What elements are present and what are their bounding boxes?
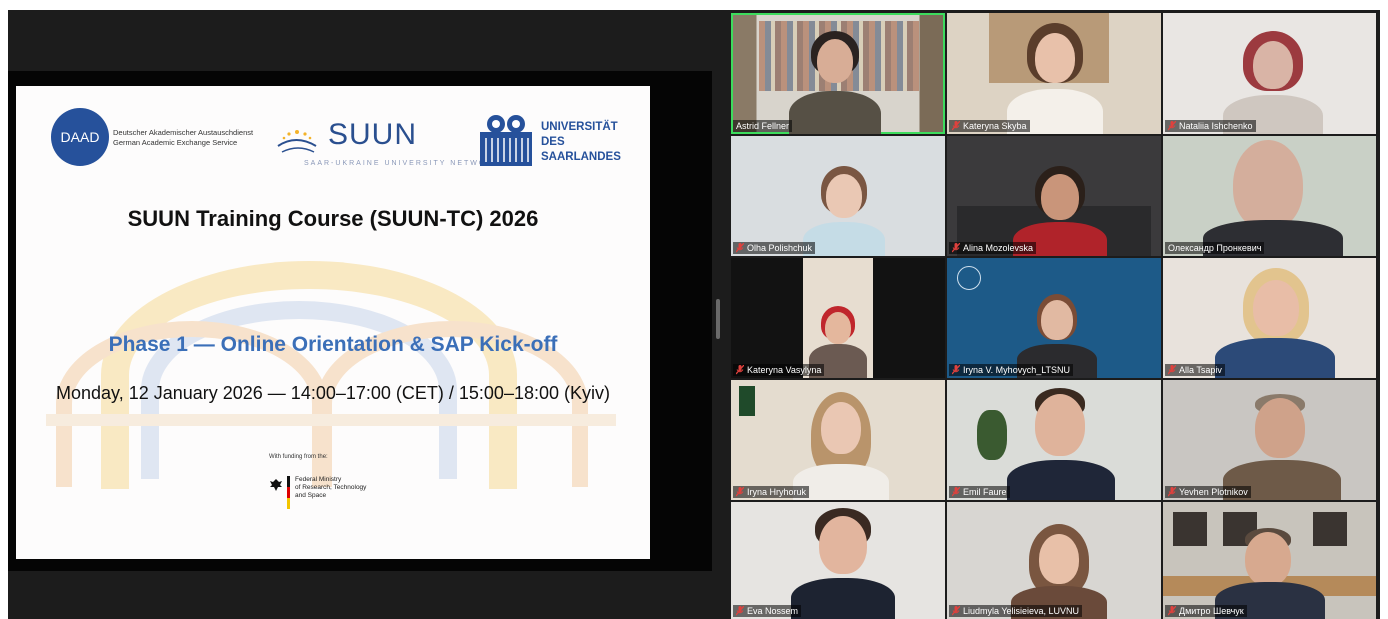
- participant-name-text: Дмитро Шевчук: [1179, 606, 1244, 616]
- ministry-line: of Research, Technology: [295, 484, 367, 491]
- participant-name: Eva Nossem: [733, 605, 802, 617]
- participant-name: Олександр Пронкевич: [1165, 242, 1265, 254]
- uds-name: UNIVERSITÄT DES SAARLANDES: [541, 120, 621, 165]
- participant-name-text: Kateryna Vasylyna: [747, 365, 822, 375]
- participant-name: Yevhen Plotnikov: [1165, 486, 1251, 498]
- eagle-icon: [270, 479, 282, 491]
- daad-name: Deutscher Akademischer Austauschdienst G…: [113, 128, 253, 148]
- ministry-logo: Federal Ministry of Research, Technology…: [269, 474, 399, 514]
- video-tile[interactable]: Олександр Пронкевич: [1163, 136, 1376, 256]
- mic-muted-icon: [1168, 365, 1176, 375]
- video-tile[interactable]: Nataliia Ishchenko: [1163, 13, 1376, 134]
- slide-subtitle: Phase 1 — Online Orientation & SAP Kick-…: [108, 333, 558, 356]
- uds-logo: UNIVERSITÄT DES SAARLANDES: [476, 108, 646, 172]
- participant-name: Alina Mozolevska: [949, 242, 1037, 254]
- participant-name: Nataliia Ishchenko: [1165, 120, 1256, 132]
- participant-name-text: Alla Tsapiv: [1179, 365, 1222, 375]
- bridge-graphic: [46, 414, 616, 426]
- video-tile[interactable]: Yevhen Plotnikov: [1163, 380, 1376, 500]
- presentation-slide: DAAD Deutscher Akademischer Austauschdie…: [16, 86, 650, 559]
- video-tile[interactable]: Liudmyla Yelisieieva, LUVNU: [947, 502, 1161, 619]
- video-tile[interactable]: Alla Tsapiv: [1163, 258, 1376, 378]
- participant-name: Liudmyla Yelisieieva, LUVNU: [949, 605, 1083, 617]
- video-tile[interactable]: Kateryna Vasylyna: [731, 258, 945, 378]
- suun-wordmark: SUUN: [328, 118, 418, 151]
- video-tile[interactable]: Дмитро Шевчук: [1163, 502, 1376, 619]
- participant-name: Olha Polishchuk: [733, 242, 816, 254]
- mic-muted-icon: [1168, 606, 1176, 616]
- slide-toolbar: CC: [24, 558, 144, 559]
- uds-line: DES: [541, 136, 565, 148]
- participant-name: Emil Faure: [949, 486, 1010, 498]
- panel-resize-handle[interactable]: [716, 299, 720, 339]
- participant-name-text: Kateryna Skyba: [963, 121, 1027, 131]
- suun-logo: SUUN SAAR-UKRAINE UNIVERSITY NETWORK: [274, 118, 498, 174]
- ministry-name: Federal Ministry of Research, Technology…: [295, 476, 366, 500]
- participant-name: Iryna V. Myhovych_LTSNU: [949, 364, 1074, 376]
- participant-name-text: Liudmyla Yelisieieva, LUVNU: [963, 606, 1080, 616]
- video-tile[interactable]: Alina Mozolevska: [947, 136, 1161, 256]
- participant-name-text: Олександр Пронкевич: [1168, 243, 1262, 253]
- slide-date: Monday, 12 January 2026 — 14:00–17:00 (C…: [56, 383, 610, 403]
- participant-name: Kateryna Skyba: [949, 120, 1030, 132]
- daad-line: Deutscher Akademischer Austauschdienst: [113, 128, 254, 137]
- german-flag-icon: [287, 476, 290, 509]
- funding-note: With funding from the:: [269, 454, 328, 460]
- participant-name-text: Emil Faure: [963, 487, 1007, 497]
- ministry-line: Federal Ministry: [295, 476, 342, 483]
- video-tile[interactable]: Olha Polishchuk: [731, 136, 945, 256]
- suun-subtitle: SAAR-UKRAINE UNIVERSITY NETWORK: [304, 160, 501, 167]
- mic-muted-icon: [952, 243, 960, 253]
- mic-muted-icon: [736, 606, 744, 616]
- video-tile[interactable]: Kateryna Skyba: [947, 13, 1161, 134]
- shared-screen: DAAD Deutscher Akademischer Austauschdie…: [8, 71, 712, 571]
- mic-muted-icon: [952, 365, 960, 375]
- daad-abbr: DAAD: [60, 129, 100, 145]
- video-tile[interactable]: Iryna Hryhoruk: [731, 380, 945, 500]
- participant-name-text: Alina Mozolevska: [963, 243, 1034, 253]
- daad-logo: DAAD: [51, 108, 109, 166]
- participant-name-text: Iryna V. Myhovych_LTSNU: [963, 365, 1071, 375]
- participant-name-text: Astrid Fellner: [736, 121, 790, 131]
- mic-muted-icon: [1168, 487, 1176, 497]
- video-tile[interactable]: Emil Faure: [947, 380, 1161, 500]
- participant-name: Alla Tsapiv: [1165, 364, 1225, 376]
- participant-name: Дмитро Шевчук: [1165, 605, 1247, 617]
- participant-name: Iryna Hryhoruk: [733, 486, 810, 498]
- video-tile[interactable]: Iryna V. Myhovych_LTSNU: [947, 258, 1161, 378]
- sun-icon: [277, 130, 317, 153]
- uds-line: UNIVERSITÄT: [541, 121, 618, 133]
- participant-name: Astrid Fellner: [733, 120, 793, 132]
- mic-muted-icon: [736, 487, 744, 497]
- mic-muted-icon: [952, 606, 960, 616]
- mic-muted-icon: [736, 365, 744, 375]
- video-tile[interactable]: Astrid Fellner: [731, 13, 945, 134]
- ministry-line: and Space: [295, 492, 327, 499]
- uds-emblem-icon: [480, 115, 532, 166]
- participant-name-text: Olha Polishchuk: [747, 243, 813, 253]
- participant-name-text: Yevhen Plotnikov: [1179, 487, 1248, 497]
- meeting-window: DAAD Deutscher Akademischer Austauschdie…: [8, 10, 1380, 619]
- mic-muted-icon: [1168, 121, 1176, 131]
- participant-name-text: Eva Nossem: [747, 606, 799, 616]
- participant-gallery: Astrid Fellner Kateryna Skyba Nataliia I…: [731, 13, 1376, 619]
- participant-name-text: Nataliia Ishchenko: [1179, 121, 1253, 131]
- mic-muted-icon: [952, 487, 960, 497]
- participant-name: Kateryna Vasylyna: [733, 364, 825, 376]
- video-tile[interactable]: Eva Nossem: [731, 502, 945, 619]
- daad-line: German Academic Exchange Service: [113, 138, 238, 147]
- mic-muted-icon: [952, 121, 960, 131]
- slide-title: SUUN Training Course (SUUN-TC) 2026: [127, 206, 539, 231]
- mic-muted-icon: [736, 243, 744, 253]
- participant-name-text: Iryna Hryhoruk: [747, 487, 807, 497]
- uds-line: SAARLANDES: [541, 151, 621, 163]
